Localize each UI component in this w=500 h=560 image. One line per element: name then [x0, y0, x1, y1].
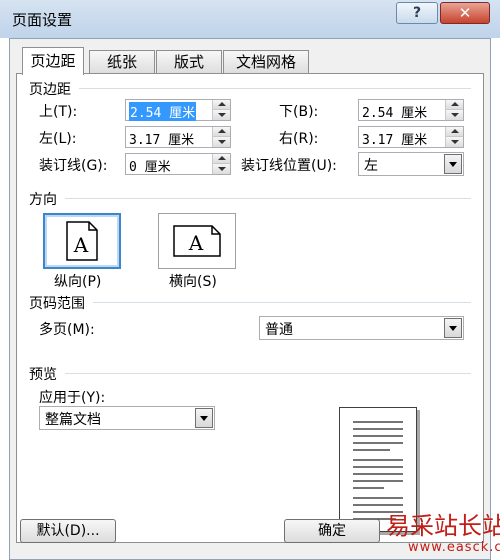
dropdown-arrow-icon[interactable] [444, 154, 462, 174]
apply-to-label: 应用于(Y): [39, 390, 106, 406]
left-margin-label: 左(L): [39, 131, 77, 147]
margins-panel: 页边距 上(T): 2.54 厘米 下(B): 2.54 厘米 左(L): 3.… [16, 73, 484, 543]
gutter-value[interactable]: 0 厘米 [129, 156, 171, 175]
apply-to-value: 整篇文档 [45, 412, 101, 428]
spin-down-arrow-icon[interactable] [446, 110, 463, 120]
spin-up-arrow-icon[interactable] [213, 127, 230, 137]
left-margin-spinner[interactable]: 3.17 厘米 [125, 126, 231, 148]
dialog-title: 页面设置 [12, 11, 73, 29]
gutter-spinner[interactable]: 0 厘米 [125, 153, 231, 175]
spin-up-arrow-icon[interactable] [213, 100, 230, 110]
svg-text:A: A [73, 233, 89, 257]
landscape-label: 横向(S) [169, 274, 217, 290]
watermark-url: www.easck.com [408, 540, 500, 555]
gutter-position-label: 装订线位置(U): [241, 158, 337, 174]
gutter-label: 装订线(G): [39, 158, 108, 174]
portrait-button[interactable]: A [43, 213, 121, 269]
right-margin-label: 右(R): [279, 131, 319, 147]
dropdown-arrow-icon[interactable] [444, 318, 462, 338]
pages-section-title: 页码范围 [29, 296, 85, 312]
top-margin-label: 上(T): [39, 104, 78, 120]
help-button[interactable]: ? [396, 2, 438, 24]
dialog-body: 页边距 纸张 版式 文档网格 页边距 上(T): 2.54 厘米 下(B): 2… [9, 38, 491, 560]
gutter-position-select[interactable]: 左 [358, 152, 464, 176]
multiple-pages-value: 普通 [265, 322, 293, 338]
title-bar: 页面设置 ? ✕ [0, 0, 500, 38]
close-button[interactable]: ✕ [440, 2, 490, 24]
spin-down-arrow-icon[interactable] [213, 110, 230, 120]
multiple-pages-label: 多页(M): [39, 322, 95, 338]
top-margin-value[interactable]: 2.54 厘米 [129, 102, 197, 121]
svg-text:A: A [188, 231, 204, 255]
portrait-page-icon: A [66, 221, 98, 261]
bottom-margin-value[interactable]: 2.54 厘米 [362, 102, 427, 121]
margins-section-divider [79, 88, 471, 89]
landscape-page-icon: A [173, 225, 221, 257]
spin-up-arrow-icon[interactable] [446, 127, 463, 137]
spin-down-arrow-icon[interactable] [213, 137, 230, 147]
watermark-text: 易采站长站 [386, 512, 500, 540]
preview-section-divider [65, 373, 471, 374]
tab-document-grid[interactable]: 文档网格 [223, 50, 309, 73]
apply-to-select[interactable]: 整篇文档 [39, 406, 215, 430]
left-margin-value[interactable]: 3.17 厘米 [129, 129, 194, 148]
gutter-position-value: 左 [364, 158, 378, 174]
ok-button[interactable]: 确定 [284, 519, 380, 543]
default-button[interactable]: 默认(D)... [20, 519, 116, 543]
portrait-label: 纵向(P) [54, 274, 102, 290]
margins-section-title: 页边距 [29, 82, 71, 98]
spin-down-arrow-icon[interactable] [446, 137, 463, 147]
multiple-pages-select[interactable]: 普通 [259, 316, 464, 340]
spin-down-arrow-icon[interactable] [213, 164, 230, 174]
bottom-margin-spinner[interactable]: 2.54 厘米 [358, 99, 464, 121]
bottom-margin-label: 下(B): [279, 104, 319, 120]
dropdown-arrow-icon[interactable] [195, 408, 213, 428]
tab-margins[interactable]: 页边距 [22, 47, 84, 75]
site-watermark: 易采站长站 www.easck.com [378, 506, 500, 560]
pages-section-divider [93, 302, 471, 303]
right-margin-value[interactable]: 3.17 厘米 [362, 129, 427, 148]
landscape-button[interactable]: A [158, 213, 236, 269]
tab-paper[interactable]: 纸张 [89, 50, 155, 73]
right-margin-spinner[interactable]: 3.17 厘米 [358, 126, 464, 148]
orientation-section-divider [65, 198, 471, 199]
preview-section-title: 预览 [29, 367, 57, 383]
tab-layout[interactable]: 版式 [156, 50, 222, 73]
spin-up-arrow-icon[interactable] [446, 100, 463, 110]
top-margin-spinner[interactable]: 2.54 厘米 [125, 99, 231, 121]
spin-up-arrow-icon[interactable] [213, 154, 230, 164]
orientation-section-title: 方向 [29, 192, 57, 208]
